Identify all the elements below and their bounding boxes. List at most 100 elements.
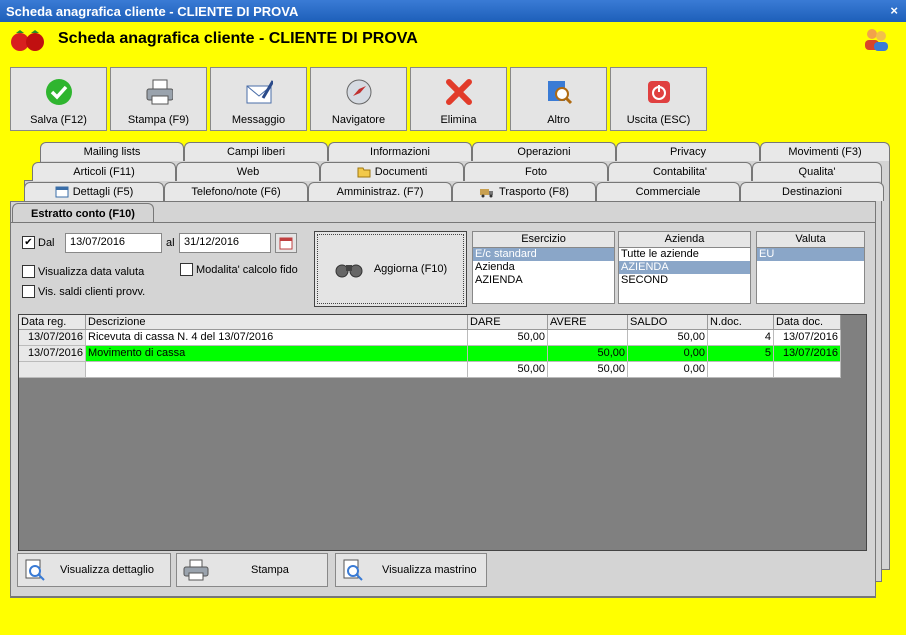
to-date-field[interactable]: 31/12/2016 xyxy=(179,233,271,253)
tab-articoli[interactable]: Articoli (F11) xyxy=(32,162,176,181)
tab-label: Dettagli (F5) xyxy=(72,186,134,198)
tab-dettagli[interactable]: Dettagli (F5) xyxy=(24,182,164,201)
tab-label: Estratto conto (F10) xyxy=(31,207,135,220)
table-cell[interactable]: 13/07/2016 xyxy=(774,346,841,362)
value-date-option[interactable]: Visualizza data valuta xyxy=(22,265,144,278)
view-detail-button[interactable]: Visualizza dettaglio xyxy=(17,553,171,587)
column-header[interactable]: SALDO xyxy=(628,315,708,330)
fido-checkbox[interactable] xyxy=(180,263,193,276)
fido-option[interactable]: Modalita' calcolo fido xyxy=(180,263,298,276)
table-filler xyxy=(841,315,866,378)
table-cell[interactable]: 13/07/2016 xyxy=(19,346,86,362)
envelope-pen-icon xyxy=(246,80,273,104)
list-item[interactable]: Azienda xyxy=(473,261,614,274)
column-header[interactable]: Data doc. xyxy=(774,315,841,330)
table-cell[interactable]: 0,00 xyxy=(628,346,708,362)
tab-contabilita[interactable]: Contabilita' xyxy=(608,162,752,181)
list-item[interactable]: SECOND xyxy=(619,274,750,287)
print-button[interactable]: Stampa (F9) xyxy=(110,67,207,131)
ledger-table[interactable]: Data reg. Descrizione DARE AVERE SALDO N… xyxy=(18,314,867,551)
tab-estratto-conto[interactable]: Estratto conto (F10) xyxy=(12,203,154,223)
tab-mailing-lists[interactable]: Mailing lists xyxy=(40,142,184,161)
tab-telefono-note[interactable]: Telefono/note (F6) xyxy=(164,182,308,201)
printer-icon xyxy=(183,559,209,581)
table-cell[interactable]: 13/07/2016 xyxy=(774,330,841,346)
tab-campi-liberi[interactable]: Campi liberi xyxy=(184,142,328,161)
tab-amministrazione[interactable]: Amministraz. (F7) xyxy=(308,182,452,201)
from-date-field[interactable]: 13/07/2016 xyxy=(65,233,162,253)
tab-label: Foto xyxy=(524,166,547,178)
table-cell[interactable]: 4 xyxy=(708,330,774,346)
binoculars-icon xyxy=(335,264,363,278)
tab-label: Articoli (F11) xyxy=(73,166,135,178)
table-cell[interactable] xyxy=(19,362,86,378)
exit-button[interactable]: Uscita (ESC) xyxy=(610,67,707,131)
list-item[interactable]: EU xyxy=(757,248,864,261)
delete-x-icon xyxy=(445,79,472,105)
message-button[interactable]: Messaggio xyxy=(210,67,307,131)
column-header[interactable]: N.doc. xyxy=(708,315,774,330)
azienda-list[interactable]: Azienda Tutte le aziende AZIENDA SECOND xyxy=(618,231,751,304)
from-date-toggle[interactable]: ✔ Dal xyxy=(22,236,55,249)
tab-label: Operazioni xyxy=(517,146,571,158)
esercizio-list[interactable]: Esercizio E/c standard Azienda AZIENDA xyxy=(472,231,615,304)
tab-movimenti[interactable]: Movimenti (F3) xyxy=(760,142,890,161)
table-cell[interactable]: 5 xyxy=(708,346,774,362)
exit-label: Uscita (ESC) xyxy=(626,114,691,126)
column-header[interactable]: AVERE xyxy=(548,315,628,330)
list-item[interactable]: AZIENDA xyxy=(619,261,750,274)
checkmark-icon xyxy=(45,79,72,105)
save-button[interactable]: Salva (F12) xyxy=(10,67,107,131)
tab-informazioni[interactable]: Informazioni xyxy=(328,142,472,161)
bottom-print-button[interactable]: Stampa xyxy=(176,553,328,587)
refresh-button[interactable]: Aggiorna (F10) xyxy=(314,231,467,307)
tab-foto[interactable]: Foto xyxy=(464,162,608,181)
tab-qualita[interactable]: Qualita' xyxy=(752,162,882,181)
column-header[interactable]: Data reg. xyxy=(19,315,86,330)
magnifier-page-icon xyxy=(25,559,45,581)
table-cell[interactable]: 50,00 xyxy=(548,362,628,378)
folder-icon xyxy=(357,167,371,178)
list-item[interactable]: AZIENDA xyxy=(473,274,614,287)
table-cell[interactable]: 50,00 xyxy=(548,346,628,362)
table-cell[interactable]: 50,00 xyxy=(468,330,548,346)
list-item[interactable]: Tutte le aziende xyxy=(619,248,750,261)
provisional-option[interactable]: Vis. saldi clienti provv. xyxy=(22,285,145,298)
table-cell[interactable]: Movimento di cassa xyxy=(86,346,468,362)
navigator-button[interactable]: Navigatore xyxy=(310,67,407,131)
tab-label: Trasporto (F8) xyxy=(499,186,569,198)
table-cell[interactable]: 50,00 xyxy=(468,362,548,378)
column-header[interactable]: DARE xyxy=(468,315,548,330)
table-cell[interactable] xyxy=(708,362,774,378)
tab-privacy[interactable]: Privacy xyxy=(616,142,760,161)
table-cell[interactable]: 13/07/2016 xyxy=(19,330,86,346)
close-icon[interactable]: × xyxy=(890,3,898,18)
table-cell[interactable]: Ricevuta di cassa N. 4 del 13/07/2016 xyxy=(86,330,468,346)
table-cell[interactable]: 0,00 xyxy=(628,362,708,378)
tab-operazioni[interactable]: Operazioni xyxy=(472,142,616,161)
table-cell[interactable] xyxy=(548,330,628,346)
provisional-checkbox[interactable] xyxy=(22,285,35,298)
calendar-button[interactable] xyxy=(275,233,297,253)
tab-documenti[interactable]: Documenti xyxy=(320,162,464,181)
list-item[interactable]: E/c standard xyxy=(473,248,614,261)
other-button[interactable]: Altro xyxy=(510,67,607,131)
from-date-checkbox[interactable]: ✔ xyxy=(22,236,35,249)
valuta-list[interactable]: Valuta EU xyxy=(756,231,865,304)
view-ledger-button[interactable]: Visualizza mastrino xyxy=(335,553,487,587)
tab-commerciale[interactable]: Commerciale xyxy=(596,182,740,201)
tab-destinazioni[interactable]: Destinazioni xyxy=(740,182,884,201)
table-cell[interactable] xyxy=(468,346,548,362)
table-cell[interactable] xyxy=(774,362,841,378)
value-date-checkbox[interactable] xyxy=(22,265,35,278)
table-cell[interactable] xyxy=(86,362,468,378)
tab-trasporto[interactable]: Trasporto (F8) xyxy=(452,182,596,201)
delete-button[interactable]: Elimina xyxy=(410,67,507,131)
table-cell[interactable]: 50,00 xyxy=(628,330,708,346)
save-label: Salva (F12) xyxy=(30,114,87,126)
tab-web[interactable]: Web xyxy=(176,162,320,181)
tab-label: Movimenti (F3) xyxy=(788,146,862,158)
users-icon[interactable] xyxy=(862,26,890,52)
other-label: Altro xyxy=(547,114,570,126)
column-header[interactable]: Descrizione xyxy=(86,315,468,330)
